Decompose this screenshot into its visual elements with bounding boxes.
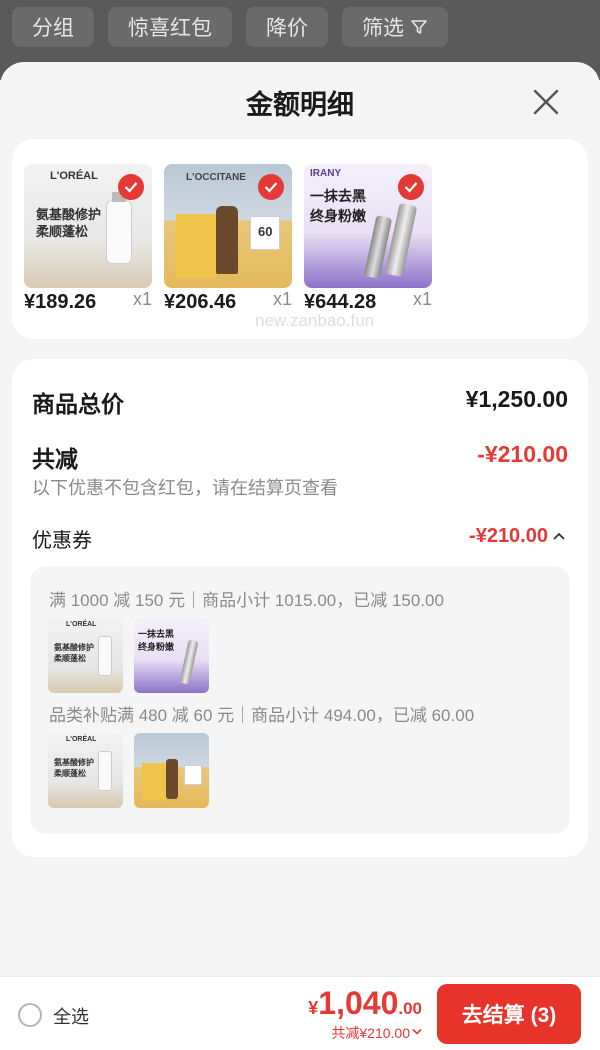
reduce-value: -¥210.00 — [477, 441, 568, 467]
checkout-button[interactable]: 去结算 (3) — [437, 984, 581, 1044]
coupon-rule: 品类补贴满 480 减 60 元｜商品小计 494.00，已减 60.00 — [49, 706, 475, 725]
select-all-radio[interactable] — [18, 1003, 42, 1027]
coupon-detail-box: 满 1000 减 150 元｜商品小计 1015.00，已减 150.00 L'… — [30, 566, 570, 834]
product-qty: x1 — [412, 289, 432, 309]
total-value: ¥1,250.00 — [465, 386, 568, 412]
chevron-down-icon[interactable] — [412, 1028, 422, 1035]
checkmark-icon — [258, 174, 284, 200]
funnel-icon — [411, 20, 427, 34]
product-item[interactable]: L'ORÉAL 氨基酸修护 柔顺蓬松 ¥189.26 x1 — [24, 164, 152, 313]
chevron-up-icon[interactable] — [552, 531, 566, 541]
filter-chip-price-drop[interactable]: 降价 — [246, 7, 328, 47]
total-discount[interactable]: 共减¥210.00 — [331, 1023, 410, 1043]
product-thumb: L'ORÉAL 氨基酸修护 柔顺蓬松 — [48, 733, 123, 808]
product-image: L'ORÉAL 氨基酸修护 柔顺蓬松 — [24, 164, 152, 288]
amount-detail-sheet: 金额明细 L'ORÉAL 氨基酸修护 柔顺蓬松 ¥189.26 x1 L'OCC… — [0, 62, 600, 1050]
product-brand: L'OCCITANE — [186, 172, 246, 183]
checkout-bar: 全选 ¥1,040.00 共减¥210.00 去结算 (3) — [0, 976, 600, 1050]
product-image-text: 60 — [258, 224, 273, 239]
select-all-label[interactable]: 全选 — [53, 1003, 89, 1029]
product-qty: x1 — [272, 289, 292, 309]
checkmark-icon — [118, 174, 144, 200]
coupon-value[interactable]: -¥210.00 — [469, 525, 548, 548]
reduce-label: 共减 — [32, 446, 78, 472]
product-price: ¥189.26 — [24, 291, 97, 313]
product-image-text: 一抹去黑 终身粉嫩 — [310, 188, 366, 224]
product-qty: x1 — [132, 289, 152, 309]
product-image: L'OCCITANE 60 — [164, 164, 292, 288]
coupon-label: 优惠券 — [32, 530, 92, 552]
checkmark-icon — [398, 174, 424, 200]
product-brand: IRANY — [310, 168, 342, 179]
product-brand: L'ORÉAL — [50, 170, 98, 182]
filter-chip-group[interactable]: 分组 — [12, 7, 94, 47]
product-price: ¥206.46 — [164, 291, 237, 313]
product-image: IRANY 一抹去黑 终身粉嫩 — [304, 164, 432, 288]
filter-chip-red-packet[interactable]: 惊喜红包 — [108, 7, 232, 47]
products-card: L'ORÉAL 氨基酸修护 柔顺蓬松 ¥189.26 x1 L'OCCITANE… — [12, 139, 588, 339]
product-image-text: 氨基酸修护 柔顺蓬松 — [36, 207, 102, 239]
product-thumb: 一抹去黑 终身粉嫩 — [134, 618, 209, 693]
product-thumb — [134, 733, 209, 808]
filter-chip-filter[interactable]: 筛选 — [342, 7, 448, 47]
total-label: 商品总价 — [32, 391, 124, 417]
total-price: ¥1,040.00 — [308, 985, 422, 1021]
product-thumb: L'ORÉAL 氨基酸修护 柔顺蓬松 — [48, 618, 123, 693]
coupon-rule: 满 1000 减 150 元｜商品小计 1015.00，已减 150.00 — [49, 591, 444, 610]
product-item[interactable]: L'OCCITANE 60 ¥206.46 x1 — [164, 164, 292, 313]
close-icon[interactable] — [532, 88, 560, 116]
summary-card: 商品总价 ¥1,250.00 共减 -¥210.00 以下优惠不包含红包，请在结… — [12, 359, 588, 857]
sheet-title: 金额明细 — [246, 89, 354, 120]
watermark: new.zanbao.fun — [255, 311, 375, 330]
discount-note: 以下优惠不包含红包，请在结算页查看 — [32, 478, 338, 498]
product-item[interactable]: IRANY 一抹去黑 终身粉嫩 ¥644.28 x1 — [304, 164, 432, 313]
